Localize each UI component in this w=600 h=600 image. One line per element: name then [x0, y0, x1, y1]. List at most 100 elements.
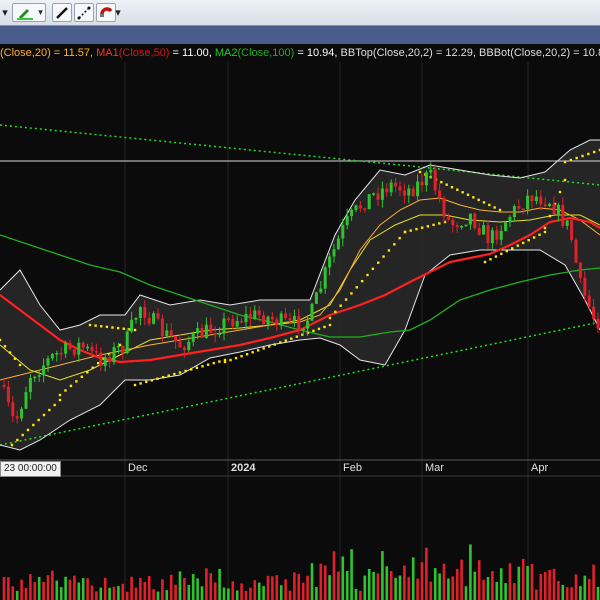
volume-bar: [508, 563, 512, 600]
candle-body: [42, 365, 46, 376]
toolbar-dropdown-right[interactable]: ▾: [113, 3, 123, 22]
candle-body: [288, 318, 292, 321]
sar-dot: [190, 368, 193, 371]
volume-bar: [112, 586, 116, 600]
sar-dot: [371, 267, 375, 271]
volume-bar: [99, 587, 103, 600]
volume-bar: [363, 575, 367, 600]
volume-bar: [178, 571, 182, 600]
candle-body: [372, 193, 376, 195]
sar-dot: [418, 170, 422, 174]
candle-body: [2, 385, 6, 387]
sar-dot: [498, 208, 502, 212]
volume-bar: [37, 576, 41, 600]
volume-bar: [11, 586, 15, 600]
sar-dot: [323, 325, 326, 329]
dotted-line-tool-button[interactable]: [74, 3, 94, 22]
sar-dot: [262, 347, 265, 350]
sar-dot: [64, 389, 67, 392]
sar-dot: [398, 236, 401, 240]
candle-body: [306, 320, 310, 329]
sar-dot: [251, 351, 254, 354]
sar-dot: [53, 403, 56, 407]
sar-dot: [245, 353, 249, 356]
volume-bar: [416, 578, 419, 600]
candle-body: [420, 181, 424, 186]
candle-body: [508, 217, 512, 223]
candle-body: [499, 230, 503, 240]
sar-dot: [8, 351, 12, 354]
sar-dot: [118, 343, 122, 347]
volume-bar: [473, 571, 477, 600]
pen-tool-button[interactable]: ▾: [12, 3, 46, 22]
candle-body: [46, 358, 50, 366]
volume-bar: [460, 559, 463, 600]
candle-body: [262, 315, 266, 325]
candle-body: [108, 357, 112, 363]
candle-body: [398, 186, 402, 191]
sar-dot: [360, 279, 364, 283]
candle-body: [11, 402, 15, 417]
sar-dot: [111, 326, 114, 329]
volume-bar: [227, 588, 230, 600]
candle-body: [490, 230, 494, 244]
sar-dot: [150, 379, 154, 382]
volume-bar: [323, 565, 327, 600]
toolbar-dropdown-left[interactable]: ▾: [0, 3, 10, 22]
sar-dot: [145, 380, 148, 384]
price-chart[interactable]: Dec 2024 Feb Mar Apr: [0, 62, 600, 600]
volume-bar: [504, 583, 507, 600]
volume-bar: [55, 580, 59, 600]
volume-bar: [592, 564, 595, 600]
sar-dot: [91, 366, 94, 369]
sar-dot: [494, 255, 498, 258]
candle-body: [336, 238, 340, 250]
candle-body: [517, 206, 521, 209]
sar-dot: [334, 310, 337, 314]
candle-body: [174, 336, 178, 342]
candle-body: [565, 220, 569, 226]
line-tool-button[interactable]: [52, 3, 72, 22]
sar-dot: [48, 408, 51, 412]
legend-ma1-args: (Close,50): [118, 47, 170, 59]
candle-body: [570, 220, 574, 240]
sar-dot: [312, 329, 315, 333]
sar-dot: [482, 201, 486, 204]
sar-dot: [415, 227, 418, 231]
volume-bar: [29, 574, 32, 600]
toolbar: ▾ ▾ ▾: [0, 0, 600, 26]
sar-dot: [543, 226, 547, 230]
sar-dot: [88, 323, 92, 327]
candle-body: [556, 204, 560, 215]
sar-dot: [450, 186, 454, 189]
magnet-icon: [100, 6, 113, 17]
candle-body: [323, 267, 327, 289]
sar-dot: [489, 258, 492, 261]
sar-dot: [105, 325, 109, 329]
volume-bar: [95, 591, 98, 600]
volume-bar: [279, 585, 283, 600]
sar-dot: [94, 324, 97, 327]
candle-body: [424, 172, 428, 186]
volume-bar: [130, 576, 133, 600]
candle-body: [81, 342, 85, 348]
sar-dot: [527, 238, 530, 242]
volume-bar: [552, 568, 556, 600]
sar-dot: [173, 372, 176, 376]
sar-dot: [521, 241, 525, 245]
candle-body: [345, 215, 349, 226]
crosshair-date-label: 23 00:00:00: [0, 461, 61, 477]
volume-bar: [174, 584, 177, 600]
volume-bar: [143, 582, 147, 600]
volume-bar: [15, 590, 19, 600]
sar-dot: [409, 229, 412, 232]
candle-body: [112, 347, 116, 363]
candle-body: [147, 317, 151, 324]
volume-bar: [187, 585, 191, 600]
volume-bar: [328, 575, 331, 600]
sar-dot: [432, 223, 435, 227]
candle-body: [279, 313, 283, 326]
sar-dot: [167, 374, 170, 377]
sar-dot: [58, 398, 62, 402]
candle-body: [310, 303, 314, 321]
